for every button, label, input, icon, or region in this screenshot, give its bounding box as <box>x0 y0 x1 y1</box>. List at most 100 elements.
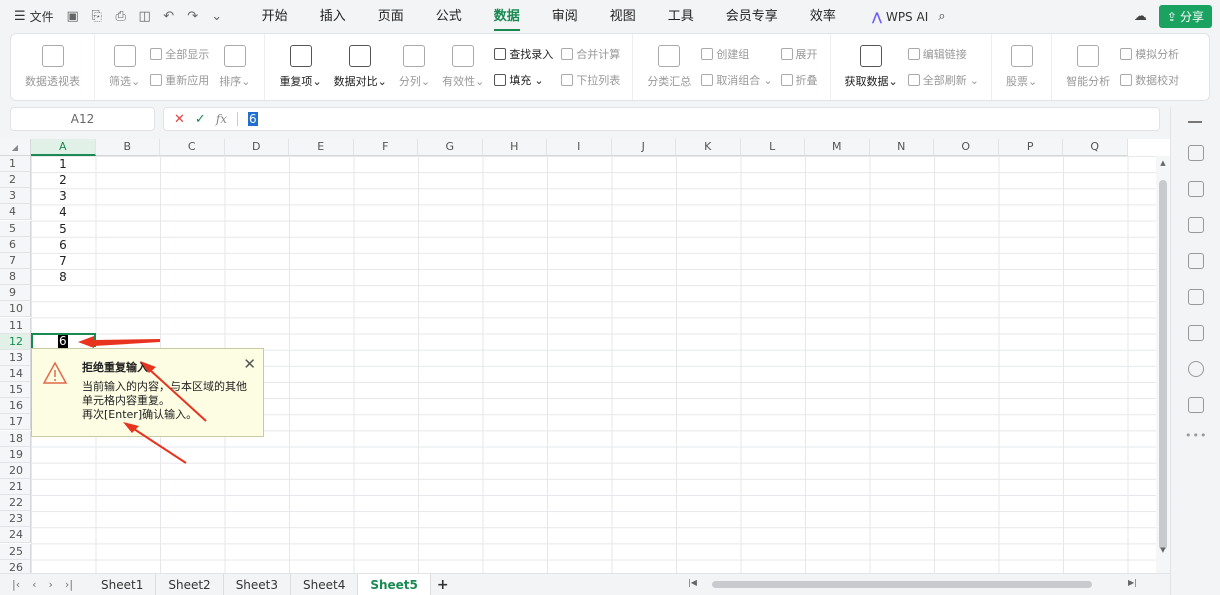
collapse-button[interactable]: 折叠 <box>780 72 818 88</box>
prev-sheet-icon[interactable]: ‹ <box>32 578 36 591</box>
insert-function-icon[interactable]: fx <box>216 112 227 126</box>
row-header-10[interactable]: 10 <box>0 301 31 318</box>
cell-a6[interactable]: 6 <box>31 237 95 253</box>
select-all-corner[interactable]: ◢ <box>0 139 31 156</box>
confirm-icon[interactable]: ✓ <box>195 112 206 127</box>
select-pointer-icon[interactable] <box>1188 145 1204 161</box>
scroll-down-icon[interactable]: ▼ <box>1156 546 1170 554</box>
column-header-d[interactable]: D <box>224 139 289 156</box>
sort-button[interactable]: 排序⌄ <box>213 37 256 97</box>
close-icon[interactable]: ✕ <box>243 355 256 373</box>
tab-member[interactable]: 会员专享 <box>710 0 794 33</box>
column-header-b[interactable]: B <box>95 139 160 156</box>
column-header-o[interactable]: O <box>934 139 999 156</box>
cloud-icon[interactable]: ☁ <box>1134 9 1147 24</box>
column-header-m[interactable]: M <box>805 139 870 156</box>
first-sheet-icon[interactable]: |‹ <box>12 578 20 591</box>
horizontal-scroll-thumb[interactable] <box>712 581 1092 588</box>
expand-button[interactable]: 展开 <box>780 46 818 62</box>
last-sheet-icon[interactable]: ›| <box>65 578 73 591</box>
book-icon[interactable] <box>1188 325 1204 341</box>
formula-input[interactable]: ✕ ✓ fx 6 <box>163 107 1160 131</box>
row-header-5[interactable]: 5 <box>0 220 31 237</box>
save-icon[interactable]: ▣ <box>66 9 80 24</box>
create-group-button[interactable]: 创建组 <box>701 46 772 62</box>
row-header-6[interactable]: 6 <box>0 236 31 253</box>
row-header-7[interactable]: 7 <box>0 252 31 269</box>
next-sheet-icon[interactable]: › <box>49 578 53 591</box>
row-header-8[interactable]: 8 <box>0 269 31 286</box>
refresh-all-button[interactable]: 全部刷新 ⌄ <box>907 72 979 88</box>
print-preview-icon[interactable]: ◫ <box>138 9 152 24</box>
tab-view[interactable]: 视图 <box>594 0 652 33</box>
search-icon[interactable]: ⌕ <box>938 9 945 24</box>
tab-home[interactable]: 开始 <box>246 0 304 33</box>
column-header-p[interactable]: P <box>998 139 1063 156</box>
data-compare-button[interactable]: 数据对比⌄ <box>328 37 393 97</box>
horizontal-scrollbar[interactable]: |◀ ▶| <box>688 578 1148 590</box>
validity-button[interactable]: 有效性⌄ <box>436 37 490 97</box>
sheet-tab-4[interactable]: Sheet4 <box>291 573 359 595</box>
share-button[interactable]: ⇪ 分享 <box>1158 5 1212 28</box>
scroll-up-icon[interactable]: ▲ <box>1156 159 1170 167</box>
cell-a3[interactable]: 3 <box>31 188 95 204</box>
vertical-scrollbar[interactable]: ▲ ▼ <box>1156 156 1170 573</box>
row-header-22[interactable]: 22 <box>0 495 31 512</box>
cell-a5[interactable]: 5 <box>31 221 95 237</box>
smart-analysis-button[interactable]: 智能分析 <box>1060 37 1116 97</box>
undo-icon[interactable]: ↶ <box>162 9 176 24</box>
more-icon[interactable]: ••• <box>1185 429 1207 442</box>
column-header-q[interactable]: Q <box>1063 139 1128 156</box>
stocks-button[interactable]: 股票⌄ <box>1000 37 1043 97</box>
file-menu[interactable]: ☰ 文件 <box>14 8 54 25</box>
what-if-button[interactable]: 模拟分析 <box>1120 46 1179 62</box>
row-header-25[interactable]: 25 <box>0 543 31 560</box>
row-header-1[interactable]: 1 <box>0 156 31 172</box>
sheet-tab-5[interactable]: Sheet5 <box>358 573 431 595</box>
cell-a7[interactable]: 7 <box>31 253 95 269</box>
row-header-2[interactable]: 2 <box>0 172 31 189</box>
column-header-i[interactable]: I <box>547 139 612 156</box>
row-header-12[interactable]: 12 <box>0 333 31 350</box>
chevron-down-icon[interactable]: ⌄ <box>210 9 224 24</box>
row-header-4[interactable]: 4 <box>0 204 31 221</box>
column-header-j[interactable]: J <box>611 139 676 156</box>
style-icon[interactable] <box>1188 253 1204 269</box>
split-column-button[interactable]: 分列⌄ <box>393 37 436 97</box>
scroll-right-icon[interactable]: ▶| <box>1128 578 1137 587</box>
cell-a2[interactable]: 2 <box>31 172 95 188</box>
subtotal-button[interactable]: 分类汇总 <box>641 37 697 97</box>
cell-a4[interactable]: 4 <box>31 204 95 220</box>
ungroup-button[interactable]: 取消组合 ⌄ <box>701 72 773 88</box>
notes-icon[interactable] <box>1188 397 1204 413</box>
add-sheet-button[interactable]: + <box>437 577 449 593</box>
dropdown-list-button[interactable]: 下拉列表 <box>561 72 620 88</box>
row-header-21[interactable]: 21 <box>0 479 31 495</box>
row-header-3[interactable]: 3 <box>0 188 31 205</box>
column-header-k[interactable]: K <box>676 139 741 156</box>
link-icon[interactable]: ⎘ <box>90 9 104 24</box>
tab-page[interactable]: 页面 <box>362 0 420 33</box>
fill-button[interactable]: 填充 ⌄ <box>494 72 553 88</box>
row-header-17[interactable]: 17 <box>0 414 31 431</box>
cancel-icon[interactable]: ✕ <box>174 112 185 127</box>
help-icon[interactable] <box>1188 361 1204 377</box>
collapse-panel-icon[interactable] <box>1188 121 1202 123</box>
sheet-tab-1[interactable]: Sheet1 <box>89 573 157 595</box>
row-header-15[interactable]: 15 <box>0 382 31 399</box>
row-header-24[interactable]: 24 <box>0 527 31 544</box>
comment-icon[interactable] <box>1188 217 1204 233</box>
row-header-23[interactable]: 23 <box>0 511 31 528</box>
consolidate-button[interactable]: 合并计算 <box>561 46 620 62</box>
cell-a1[interactable]: 1 <box>31 156 95 172</box>
show-all-button[interactable]: 全部显示 <box>150 46 209 62</box>
column-header-n[interactable]: N <box>869 139 934 156</box>
pivot-table-button[interactable]: 数据透视表 <box>19 37 86 97</box>
column-header-g[interactable]: G <box>418 139 483 156</box>
row-header-19[interactable]: 19 <box>0 446 31 463</box>
row-header-18[interactable]: 18 <box>0 430 31 447</box>
tab-efficiency[interactable]: 效率 <box>794 0 852 33</box>
column-header-l[interactable]: L <box>740 139 805 156</box>
redo-icon[interactable]: ↷ <box>186 9 200 24</box>
column-header-h[interactable]: H <box>482 139 547 156</box>
